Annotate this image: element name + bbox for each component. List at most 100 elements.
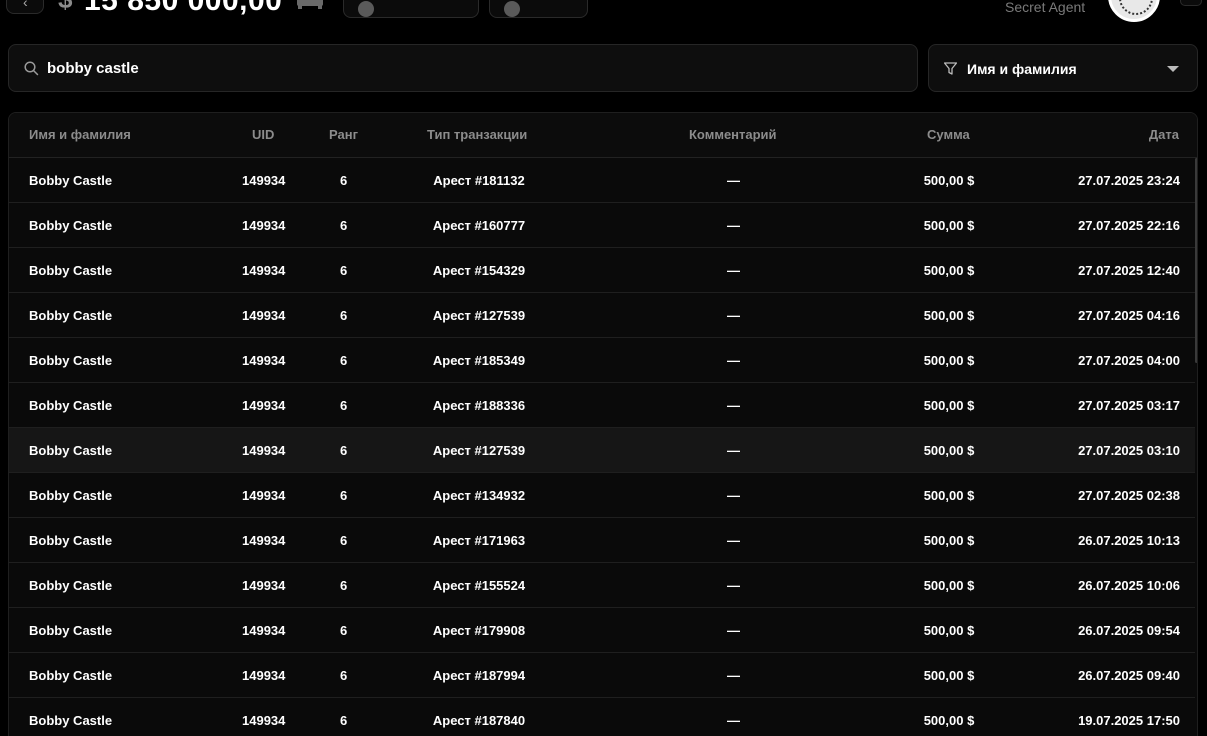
cell-date: 27.07.2025 22:16: [1078, 218, 1180, 233]
scrollbar[interactable]: [1195, 158, 1197, 363]
cell-rank: 6: [340, 623, 348, 638]
corner-button[interactable]: [1180, 0, 1202, 6]
table-row[interactable]: Bobby Castle 149934 6 Арест #188336 — 500,00 …: [9, 383, 1195, 428]
cell-uid: 149934: [242, 443, 286, 458]
table-row[interactable]: Bobby Castle 149934 6 Арест #154329 — 500,00 …: [9, 248, 1195, 293]
cell-sum: 500,00 $: [923, 398, 975, 413]
filter-dropdown[interactable]: Имя и фамилия: [928, 44, 1198, 92]
cell-transaction-type: Арест #181132: [433, 173, 525, 188]
cell-uid: 149934: [242, 488, 286, 503]
cell-sum: 500,00 $: [923, 443, 975, 458]
cell-name: Bobby Castle: [29, 308, 113, 323]
cell-comment: —: [727, 263, 740, 278]
cell-rank: 6: [340, 488, 348, 503]
column-header-comment[interactable]: Комментарий: [689, 127, 777, 142]
cell-transaction-type: Арест #154329: [432, 263, 526, 278]
search-box: [8, 44, 918, 92]
cell-uid: 149934: [242, 353, 286, 368]
rank-title: Secret Agent: [1005, 0, 1086, 15]
cell-sum: 500,00 $: [923, 308, 975, 323]
cell-transaction-type: Арест #187994: [432, 668, 526, 683]
cell-rank: 6: [340, 173, 348, 188]
cell-transaction-type: Арест #127539: [432, 443, 526, 458]
table-row[interactable]: Bobby Castle 149934 6 Арест #181132 — 500,00 …: [9, 158, 1195, 203]
table-row[interactable]: Bobby Castle 149934 6 Арест #155524 — 500,00 …: [9, 563, 1195, 608]
cell-sum: 500,00 $: [923, 173, 975, 188]
cell-rank: 6: [340, 668, 348, 683]
cell-sum: 500,00 $: [923, 218, 975, 233]
table-row[interactable]: Bobby Castle 149934 6 Арест #187840 — 500,00 …: [9, 698, 1195, 736]
table-row[interactable]: Bobby Castle 149934 6 Арест #171963 — 500,00 …: [9, 518, 1195, 563]
cell-rank: 6: [340, 533, 348, 548]
table-row[interactable]: Bobby Castle 149934 6 Арест #127539 — 500,00 …: [9, 428, 1195, 473]
cell-sum: 500,00 $: [923, 533, 975, 548]
search-input[interactable]: [47, 45, 907, 91]
cell-comment: —: [727, 533, 740, 548]
cell-name: Bobby Castle: [29, 218, 113, 233]
chevron-left-icon: ‹: [23, 0, 28, 10]
currency-symbol: $: [58, 0, 72, 12]
column-header-name[interactable]: Имя и фамилия: [29, 127, 131, 142]
top-action-button-1[interactable]: [343, 0, 479, 18]
filter-label: Имя и фамилия: [967, 61, 1077, 77]
cell-transaction-type: Арест #134932: [432, 488, 526, 503]
cell-name: Bobby Castle: [29, 713, 113, 728]
cell-date: 27.07.2025 04:16: [1078, 308, 1180, 323]
cell-date: 27.07.2025 04:00: [1078, 353, 1180, 368]
cell-sum: 500,00 $: [923, 488, 975, 503]
column-header-rank[interactable]: Ранг: [329, 127, 358, 142]
cell-rank: 6: [340, 713, 348, 728]
cell-name: Bobby Castle: [29, 488, 113, 503]
column-header-type[interactable]: Тип транзакции: [427, 127, 527, 142]
cell-date: 26.07.2025 09:40: [1078, 668, 1180, 683]
cell-sum: 500,00 $: [923, 578, 975, 593]
cell-rank: 6: [340, 353, 348, 368]
cell-name: Bobby Castle: [29, 263, 113, 278]
table-row[interactable]: Bobby Castle 149934 6 Арест #187994 — 500,00 …: [9, 653, 1195, 698]
cell-date: 26.07.2025 10:13: [1078, 533, 1180, 548]
cell-rank: 6: [340, 218, 348, 233]
cell-uid: 149934: [242, 533, 286, 548]
column-header-date[interactable]: Дата: [1149, 127, 1179, 142]
cell-date: 27.07.2025 23:24: [1078, 173, 1180, 188]
cell-transaction-type: Арест #188336: [432, 398, 526, 413]
cell-rank: 6: [340, 263, 348, 278]
cell-date: 27.07.2025 03:10: [1078, 443, 1180, 458]
cell-uid: 149934: [242, 173, 286, 188]
balance-value: 15 850 000,00: [84, 0, 283, 17]
cell-rank: 6: [340, 443, 348, 458]
cell-uid: 149934: [242, 308, 286, 323]
cell-name: Bobby Castle: [29, 533, 113, 548]
cell-name: Bobby Castle: [29, 668, 113, 683]
cell-name: Bobby Castle: [29, 623, 113, 638]
cell-transaction-type: Арест #160777: [432, 218, 526, 233]
column-header-sum[interactable]: Сумма: [927, 127, 970, 142]
cell-comment: —: [727, 173, 740, 188]
cell-transaction-type: Арест #127539: [432, 308, 526, 323]
cell-comment: —: [727, 488, 740, 503]
back-button[interactable]: ‹: [6, 0, 44, 14]
cell-sum: 500,00 $: [923, 353, 975, 368]
table-row[interactable]: Bobby Castle 149934 6 Арест #160777 — 500,00 …: [9, 203, 1195, 248]
table-row[interactable]: Bobby Castle 149934 6 Арест #185349 — 500,00 …: [9, 338, 1195, 383]
cell-date: 19.07.2025 17:50: [1078, 713, 1180, 728]
table-row[interactable]: Bobby Castle 149934 6 Арест #134932 — 500,00 …: [9, 473, 1195, 518]
top-action-button-2[interactable]: [489, 0, 588, 18]
table-row[interactable]: Bobby Castle 149934 6 Арест #127539 — 500,00 …: [9, 293, 1195, 338]
cell-sum: 500,00 $: [923, 263, 975, 278]
cell-date: 26.07.2025 10:06: [1078, 578, 1180, 593]
cell-comment: —: [727, 623, 740, 638]
cell-rank: 6: [340, 578, 348, 593]
cell-uid: 149934: [242, 218, 286, 233]
column-header-uid[interactable]: UID: [252, 127, 274, 142]
table-row[interactable]: Bobby Castle 149934 6 Арест #179908 — 500,00 …: [9, 608, 1195, 653]
cell-uid: 149934: [242, 713, 286, 728]
cell-name: Bobby Castle: [29, 398, 113, 413]
cell-transaction-type: Арест #187840: [432, 713, 526, 728]
transactions-table: Имя и фамилия UID Ранг Тип транзакции Ко…: [8, 112, 1198, 736]
cell-comment: —: [727, 578, 740, 593]
cell-uid: 149934: [242, 263, 286, 278]
bed-icon: [297, 0, 323, 9]
avatar[interactable]: [1108, 0, 1160, 22]
cell-rank: 6: [340, 308, 348, 323]
